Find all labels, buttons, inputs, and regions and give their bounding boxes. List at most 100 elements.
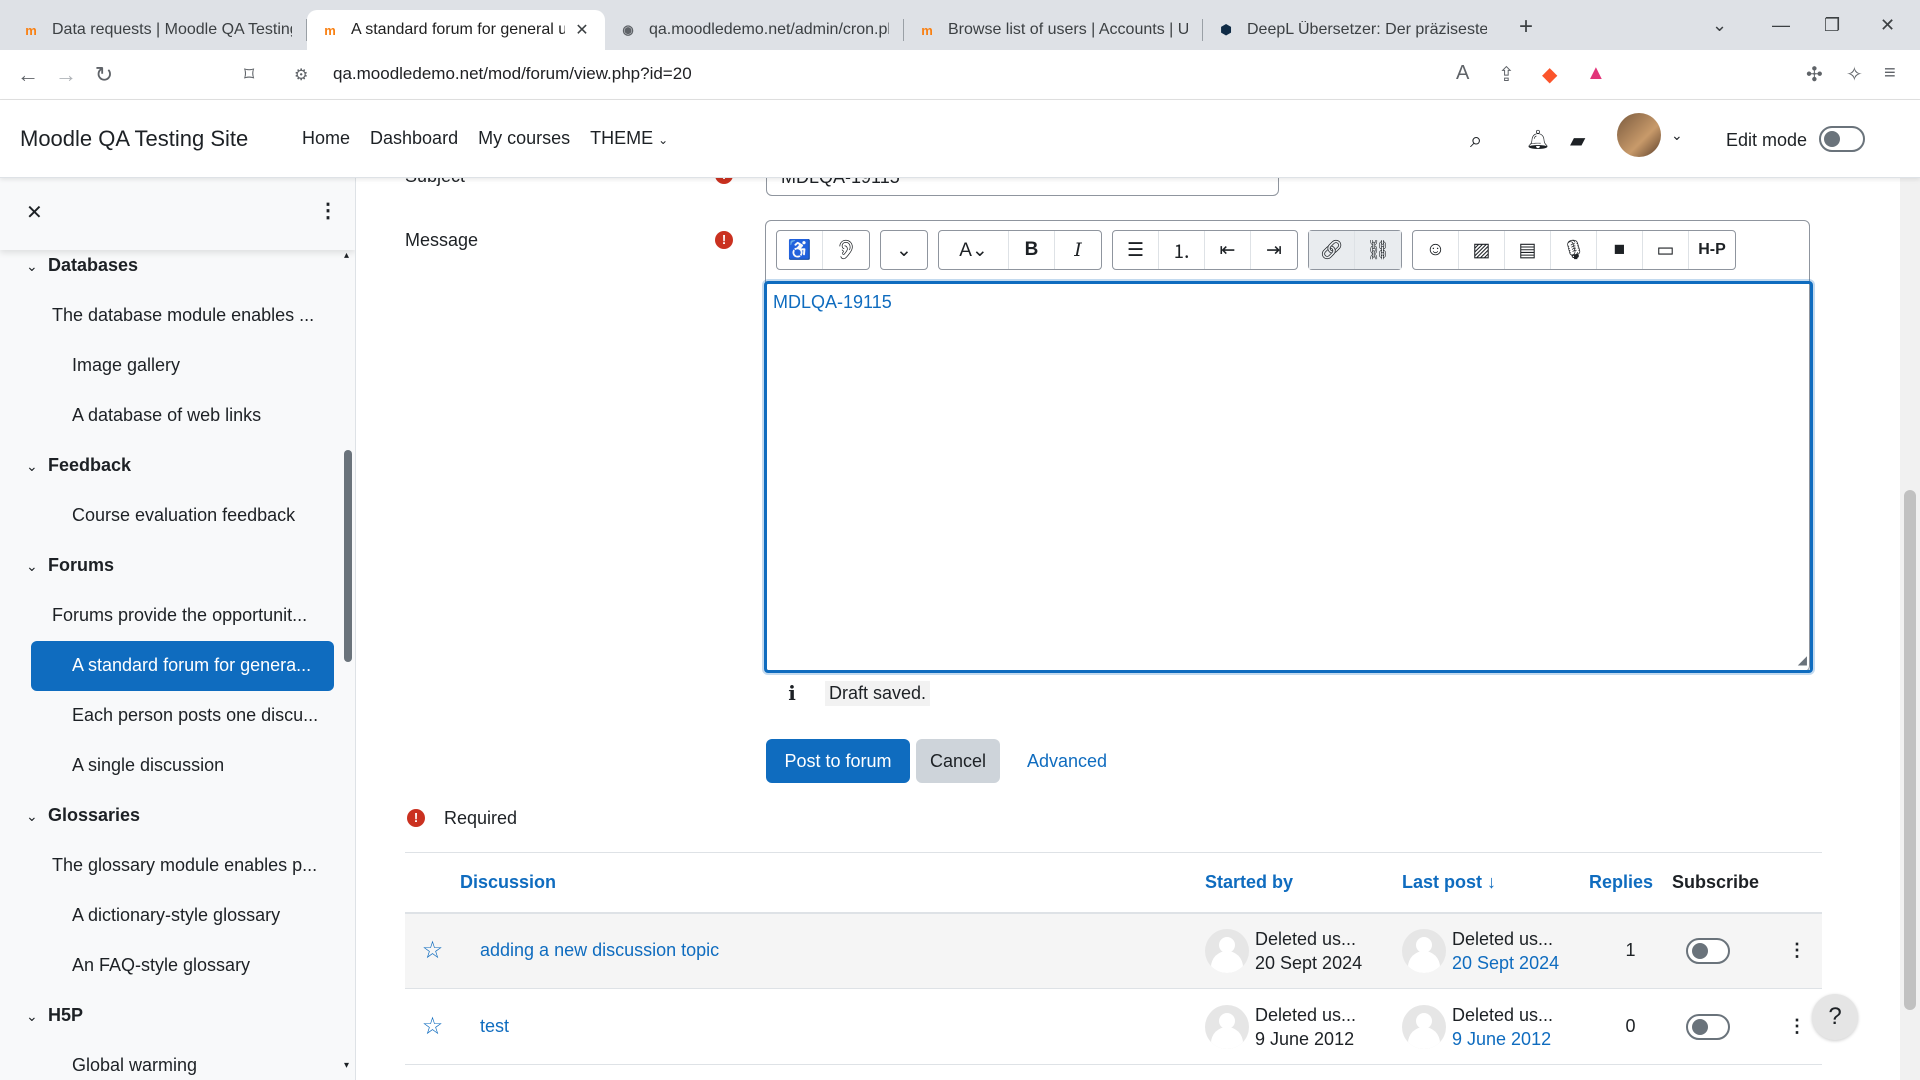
- drawer-item-dictionary-glossary[interactable]: A dictionary-style glossary: [72, 905, 280, 926]
- drawer-intro[interactable]: Forums provide the opportunit...: [52, 605, 307, 626]
- drawer-item-web-links[interactable]: A database of web links: [72, 405, 261, 426]
- unordered-list-icon[interactable]: ☰: [1113, 231, 1159, 269]
- menu-icon[interactable]: ≡: [1884, 62, 1896, 85]
- star-icon[interactable]: ☆: [422, 1013, 444, 1040]
- bold-icon[interactable]: B: [1009, 231, 1055, 269]
- drawer-item-single-discussion[interactable]: A single discussion: [72, 755, 224, 776]
- drawer-section-forums[interactable]: ⌄ Forums: [26, 555, 114, 576]
- new-tab-button[interactable]: +: [1511, 13, 1541, 41]
- tab-search-icon[interactable]: ⌄: [1712, 0, 1727, 50]
- last-post-date-link[interactable]: 20 Sept 2024: [1452, 951, 1559, 975]
- notifications-icon[interactable]: 🔔︎: [1526, 122, 1550, 158]
- indent-icon[interactable]: ⇥: [1251, 231, 1297, 269]
- drawer-section-h5p[interactable]: ⌄ H5P: [26, 1005, 83, 1026]
- outdent-icon[interactable]: ⇤: [1205, 231, 1251, 269]
- subscribe-toggle[interactable]: [1686, 1013, 1730, 1040]
- nav-theme[interactable]: THEME ⌄: [590, 128, 668, 149]
- scroll-up-icon[interactable]: ▴: [344, 250, 349, 261]
- drawer-intro[interactable]: The database module enables ...: [52, 305, 314, 326]
- brave-shield-icon[interactable]: ◆: [1542, 62, 1557, 87]
- drawer-item-faq-glossary[interactable]: An FAQ-style glossary: [72, 955, 250, 976]
- site-name[interactable]: Moodle QA Testing Site: [20, 126, 248, 152]
- scroll-down-icon[interactable]: ▾: [344, 1060, 349, 1071]
- brave-rewards-icon[interactable]: ▲: [1586, 62, 1606, 85]
- replies-count[interactable]: 0: [1589, 988, 1672, 1065]
- link-icon[interactable]: 🔗︎: [1309, 231, 1355, 269]
- browser-tab[interactable]: m Data requests | Moodle QA Testing: [8, 10, 306, 50]
- page-scrollbar[interactable]: [1900, 100, 1920, 1080]
- discussion-header[interactable]: Discussion: [460, 852, 1205, 914]
- drawer-section-databases[interactable]: ⌄ Databases: [26, 255, 138, 276]
- drawer-item-image-gallery[interactable]: Image gallery: [72, 355, 180, 376]
- cancel-button[interactable]: Cancel: [916, 739, 1000, 783]
- image-icon[interactable]: ▨: [1459, 231, 1505, 269]
- search-icon[interactable]: ⌕: [1470, 122, 1482, 158]
- discussion-link[interactable]: test: [460, 1016, 509, 1036]
- ordered-list-icon[interactable]: ⒈: [1159, 231, 1205, 269]
- browser-tab[interactable]: ◉ qa.moodledemo.net/admin/cron.ph: [605, 10, 903, 50]
- page-scrollbar-thumb[interactable]: [1904, 490, 1916, 1010]
- edit-mode-toggle[interactable]: [1819, 126, 1865, 152]
- leo-icon[interactable]: ✧: [1846, 62, 1863, 87]
- manage-files-icon[interactable]: ▭: [1643, 231, 1689, 269]
- forward-icon[interactable]: →: [48, 62, 84, 88]
- emoji-icon[interactable]: ☺: [1413, 231, 1459, 269]
- drawer-item-global-warming[interactable]: Global warming: [72, 1055, 197, 1076]
- close-drawer-icon[interactable]: ✕: [26, 200, 43, 225]
- share-icon[interactable]: ⇪: [1498, 62, 1515, 87]
- show-more-icon[interactable]: ⌄: [881, 231, 927, 269]
- site-info-icon[interactable]: ⚙: [294, 65, 308, 85]
- nav-home[interactable]: Home: [302, 128, 350, 149]
- drawer-options-icon[interactable]: ⋮: [318, 198, 338, 223]
- nav-my-courses[interactable]: My courses: [478, 128, 570, 149]
- translate-icon[interactable]: A: [1456, 62, 1469, 85]
- minimize-icon[interactable]: —: [1772, 0, 1790, 50]
- message-textarea[interactable]: MDLQA-19115 ◢: [764, 281, 1813, 673]
- nav-dashboard[interactable]: Dashboard: [370, 128, 458, 149]
- record-video-icon[interactable]: ■: [1597, 231, 1643, 269]
- user-menu[interactable]: ⌄: [1617, 113, 1683, 157]
- browser-tab[interactable]: m Browse list of users | Accounts | Use: [904, 10, 1202, 50]
- replies-count[interactable]: 1: [1589, 912, 1672, 989]
- messages-icon[interactable]: ▰: [1570, 122, 1585, 158]
- discussion-link[interactable]: adding a new discussion topic: [460, 940, 719, 960]
- close-window-icon[interactable]: ✕: [1880, 0, 1895, 50]
- unlink-icon[interactable]: ⛓: [1355, 231, 1401, 269]
- drawer-item-each-person[interactable]: Each person posts one discu...: [72, 705, 318, 726]
- bookmark-icon[interactable]: ⌑: [244, 62, 254, 87]
- advanced-link[interactable]: Advanced: [1017, 739, 1117, 783]
- italic-icon[interactable]: I: [1055, 231, 1101, 269]
- drawer-item-standard-forum[interactable]: A standard forum for genera...: [31, 641, 334, 691]
- drawer-intro[interactable]: The glossary module enables p...: [52, 855, 317, 876]
- screenreader-helper-icon[interactable]: 👂︎: [823, 231, 869, 269]
- star-icon[interactable]: ☆: [422, 937, 444, 964]
- back-icon[interactable]: ←: [10, 62, 46, 88]
- url-field[interactable]: qa.moodledemo.net/mod/forum/view.php?id=…: [333, 64, 692, 84]
- drawer-scrollbar[interactable]: [344, 450, 352, 662]
- subscribe-toggle[interactable]: [1686, 937, 1730, 964]
- resize-handle-icon[interactable]: ◢: [1798, 653, 1807, 667]
- globe-icon: ◉: [622, 22, 634, 37]
- drawer-item-course-evaluation[interactable]: Course evaluation feedback: [72, 505, 295, 526]
- started-by-header[interactable]: Started by: [1205, 852, 1402, 914]
- browser-tab[interactable]: ⬢ DeepL Übersetzer: Der präziseste Ü: [1203, 10, 1501, 50]
- h5p-icon[interactable]: H-P: [1689, 231, 1735, 269]
- browser-tab-active[interactable]: m A standard forum for general u ✕: [307, 10, 605, 50]
- extensions-icon[interactable]: ✣: [1806, 62, 1823, 87]
- last-post-header[interactable]: Last post ↓: [1402, 852, 1589, 914]
- drawer-section-feedback[interactable]: ⌄ Feedback: [26, 455, 131, 476]
- subject-input[interactable]: MDLQA-19115: [766, 178, 1279, 196]
- accessibility-checker-icon[interactable]: ♿: [777, 231, 823, 269]
- post-to-forum-button[interactable]: Post to forum: [766, 739, 910, 783]
- restore-icon[interactable]: ❐: [1824, 0, 1840, 50]
- record-audio-icon[interactable]: 🎙︎: [1551, 231, 1597, 269]
- replies-header[interactable]: Replies: [1589, 852, 1672, 914]
- reload-icon[interactable]: ↻: [86, 62, 122, 88]
- drawer-section-glossaries[interactable]: ⌄ Glossaries: [26, 805, 140, 826]
- discussion-actions-icon[interactable]: ⋮: [1772, 912, 1822, 989]
- paragraph-style-icon[interactable]: A⌄: [939, 231, 1009, 269]
- help-button[interactable]: ?: [1812, 994, 1858, 1040]
- close-tab-icon[interactable]: ✕: [573, 20, 591, 40]
- last-post-date-link[interactable]: 9 June 2012: [1452, 1027, 1553, 1051]
- media-icon[interactable]: ▤: [1505, 231, 1551, 269]
